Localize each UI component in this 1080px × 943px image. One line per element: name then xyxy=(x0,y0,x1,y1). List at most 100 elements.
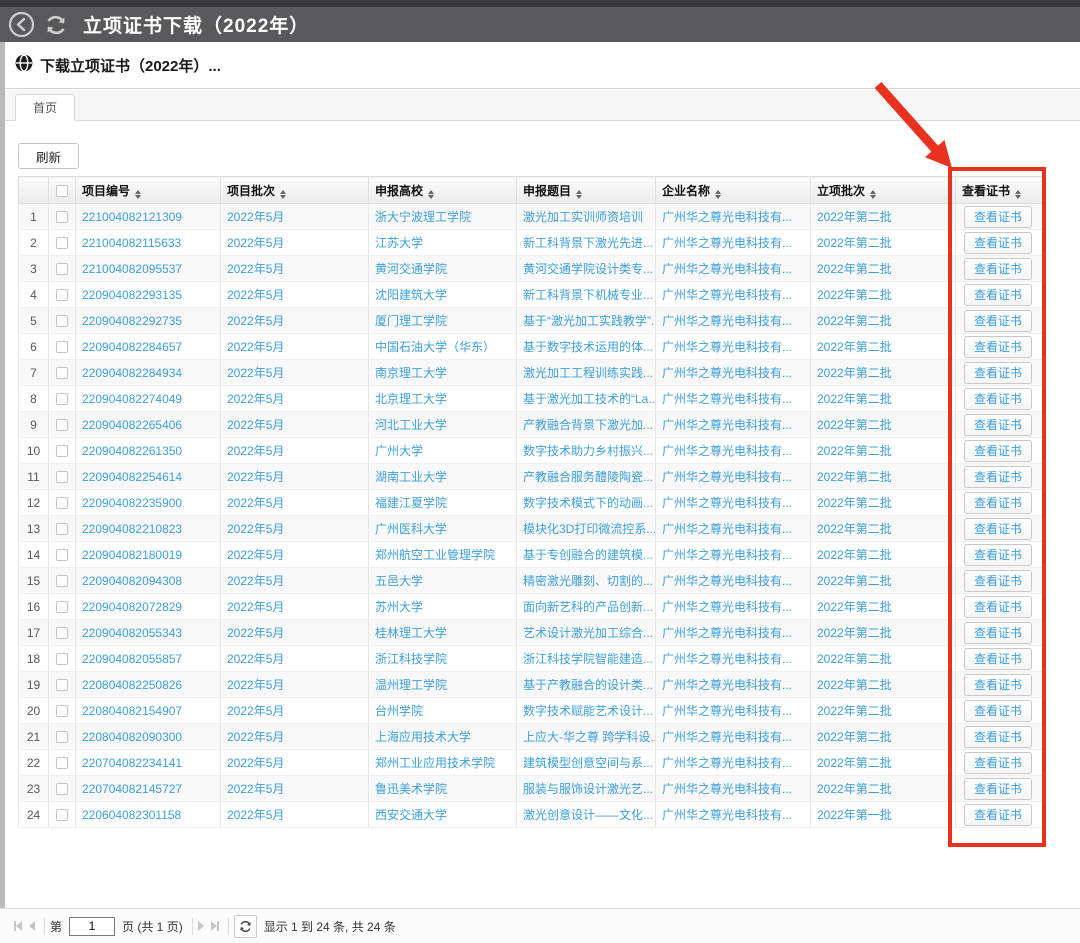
company-link[interactable]: 广州华之尊光电科技有... xyxy=(662,548,792,562)
title-link[interactable]: 黄河交通学院设计类专... xyxy=(523,262,653,276)
project-batch-link[interactable]: 2022年5月 xyxy=(227,418,284,432)
project-id-link[interactable]: 221004082121309 xyxy=(82,210,182,224)
project-id-link[interactable]: 220904082284934 xyxy=(82,366,182,380)
last-page-icon[interactable] xyxy=(211,921,219,931)
project-id-link[interactable]: 220604082301158 xyxy=(82,808,181,822)
project-batch-link[interactable]: 2022年5月 xyxy=(227,470,284,484)
project-id-link[interactable]: 220904082055857 xyxy=(82,652,182,666)
prev-page-icon[interactable] xyxy=(29,921,35,931)
company-link[interactable]: 广州华之尊光电科技有... xyxy=(662,626,792,640)
approval-batch-link[interactable]: 2022年第一批 xyxy=(817,808,892,822)
view-cert-button[interactable]: 查看证书 xyxy=(964,700,1032,722)
view-cert-button[interactable]: 查看证书 xyxy=(964,258,1032,280)
university-link[interactable]: 黄河交通学院 xyxy=(375,262,447,276)
approval-batch-link[interactable]: 2022年第二批 xyxy=(817,262,892,276)
row-checkbox[interactable] xyxy=(56,289,68,301)
row-checkbox[interactable] xyxy=(56,523,68,535)
row-checkbox[interactable] xyxy=(56,679,68,691)
project-id-link[interactable]: 220904082284657 xyxy=(82,340,182,354)
project-id-link[interactable]: 220904082292735 xyxy=(82,314,182,328)
column-header-3[interactable]: 申报题目 xyxy=(517,177,656,204)
view-cert-button[interactable]: 查看证书 xyxy=(964,362,1032,384)
column-header-6[interactable]: 查看证书 xyxy=(956,177,1044,204)
view-cert-button[interactable]: 查看证书 xyxy=(964,232,1032,254)
university-link[interactable]: 南京理工大学 xyxy=(375,366,447,380)
project-batch-link[interactable]: 2022年5月 xyxy=(227,340,284,354)
project-id-link[interactable]: 220904082210823 xyxy=(82,522,182,536)
row-checkbox[interactable] xyxy=(56,419,68,431)
project-batch-link[interactable]: 2022年5月 xyxy=(227,496,284,510)
company-link[interactable]: 广州华之尊光电科技有... xyxy=(662,496,792,510)
sort-icon[interactable] xyxy=(715,190,721,199)
university-link[interactable]: 台州学院 xyxy=(375,704,423,718)
title-link[interactable]: 数字技术模式下的动画... xyxy=(523,496,653,510)
row-checkbox[interactable] xyxy=(56,445,68,457)
view-cert-button[interactable]: 查看证书 xyxy=(964,752,1032,774)
title-link[interactable]: 新工科背景下激光先进... xyxy=(523,236,653,250)
view-cert-button[interactable]: 查看证书 xyxy=(964,726,1032,748)
back-icon[interactable] xyxy=(8,11,35,38)
company-link[interactable]: 广州华之尊光电科技有... xyxy=(662,808,792,822)
row-checkbox[interactable] xyxy=(56,497,68,509)
project-batch-link[interactable]: 2022年5月 xyxy=(227,704,284,718)
view-cert-button[interactable]: 查看证书 xyxy=(964,518,1032,540)
company-link[interactable]: 广州华之尊光电科技有... xyxy=(662,782,792,796)
column-header-5[interactable]: 立项批次 xyxy=(811,177,956,204)
company-link[interactable]: 广州华之尊光电科技有... xyxy=(662,470,792,484)
row-checkbox[interactable] xyxy=(56,263,68,275)
project-id-link[interactable]: 220804082154907 xyxy=(82,704,182,718)
project-batch-link[interactable]: 2022年5月 xyxy=(227,288,284,302)
project-id-link[interactable]: 220904082094308 xyxy=(82,574,182,588)
view-cert-button[interactable]: 查看证书 xyxy=(964,336,1032,358)
university-link[interactable]: 河北工业大学 xyxy=(375,418,447,432)
company-link[interactable]: 广州华之尊光电科技有... xyxy=(662,418,792,432)
next-page-icon[interactable] xyxy=(198,921,204,931)
project-id-link[interactable]: 220904082265406 xyxy=(82,418,182,432)
project-batch-link[interactable]: 2022年5月 xyxy=(227,522,284,536)
approval-batch-link[interactable]: 2022年第二批 xyxy=(817,470,892,484)
view-cert-button[interactable]: 查看证书 xyxy=(964,310,1032,332)
project-batch-link[interactable]: 2022年5月 xyxy=(227,210,284,224)
row-checkbox[interactable] xyxy=(56,341,68,353)
title-link[interactable]: 基于激光加工技术的“La... xyxy=(523,392,656,406)
row-checkbox[interactable] xyxy=(56,731,68,743)
title-link[interactable]: 浙江科技学院智能建造... xyxy=(523,652,653,666)
approval-batch-link[interactable]: 2022年第二批 xyxy=(817,756,892,770)
project-id-link[interactable]: 220904082254614 xyxy=(82,470,182,484)
view-cert-button[interactable]: 查看证书 xyxy=(964,778,1032,800)
company-link[interactable]: 广州华之尊光电科技有... xyxy=(662,678,792,692)
column-header-4[interactable]: 企业名称 xyxy=(656,177,811,204)
approval-batch-link[interactable]: 2022年第二批 xyxy=(817,444,892,458)
row-checkbox[interactable] xyxy=(56,471,68,483)
university-link[interactable]: 郑州工业应用技术学院 xyxy=(375,756,495,770)
company-link[interactable]: 广州华之尊光电科技有... xyxy=(662,730,792,744)
approval-batch-link[interactable]: 2022年第二批 xyxy=(817,626,892,640)
row-checkbox[interactable] xyxy=(56,809,68,821)
university-link[interactable]: 中国石油大学（华东） xyxy=(375,340,495,354)
sort-icon[interactable] xyxy=(428,190,434,199)
title-link[interactable]: 激光加工工程训练实践... xyxy=(523,366,653,380)
refresh-icon[interactable] xyxy=(43,12,69,38)
approval-batch-link[interactable]: 2022年第二批 xyxy=(817,314,892,328)
row-checkbox[interactable] xyxy=(56,757,68,769)
university-link[interactable]: 西安交通大学 xyxy=(375,808,447,822)
project-batch-link[interactable]: 2022年5月 xyxy=(227,548,284,562)
project-id-link[interactable]: 220904082180019 xyxy=(82,548,182,562)
approval-batch-link[interactable]: 2022年第二批 xyxy=(817,730,892,744)
project-batch-link[interactable]: 2022年5月 xyxy=(227,782,284,796)
view-cert-button[interactable]: 查看证书 xyxy=(964,388,1032,410)
company-link[interactable]: 广州华之尊光电科技有... xyxy=(662,262,792,276)
approval-batch-link[interactable]: 2022年第二批 xyxy=(817,288,892,302)
title-link[interactable]: 数字技术赋能艺术设计... xyxy=(523,704,653,718)
view-cert-button[interactable]: 查看证书 xyxy=(964,596,1032,618)
approval-batch-link[interactable]: 2022年第二批 xyxy=(817,340,892,354)
column-header-0[interactable]: 项目编号 xyxy=(76,177,221,204)
title-link[interactable]: 新工科背景下机械专业... xyxy=(523,288,653,302)
approval-batch-link[interactable]: 2022年第二批 xyxy=(817,652,892,666)
title-link[interactable]: 服装与服饰设计激光艺... xyxy=(523,782,653,796)
approval-batch-link[interactable]: 2022年第二批 xyxy=(817,496,892,510)
project-batch-link[interactable]: 2022年5月 xyxy=(227,574,284,588)
title-link[interactable]: 精密激光雕刻、切割的... xyxy=(523,574,653,588)
title-link[interactable]: 数字技术助力乡村振兴... xyxy=(523,444,653,458)
first-page-icon[interactable] xyxy=(14,921,22,931)
